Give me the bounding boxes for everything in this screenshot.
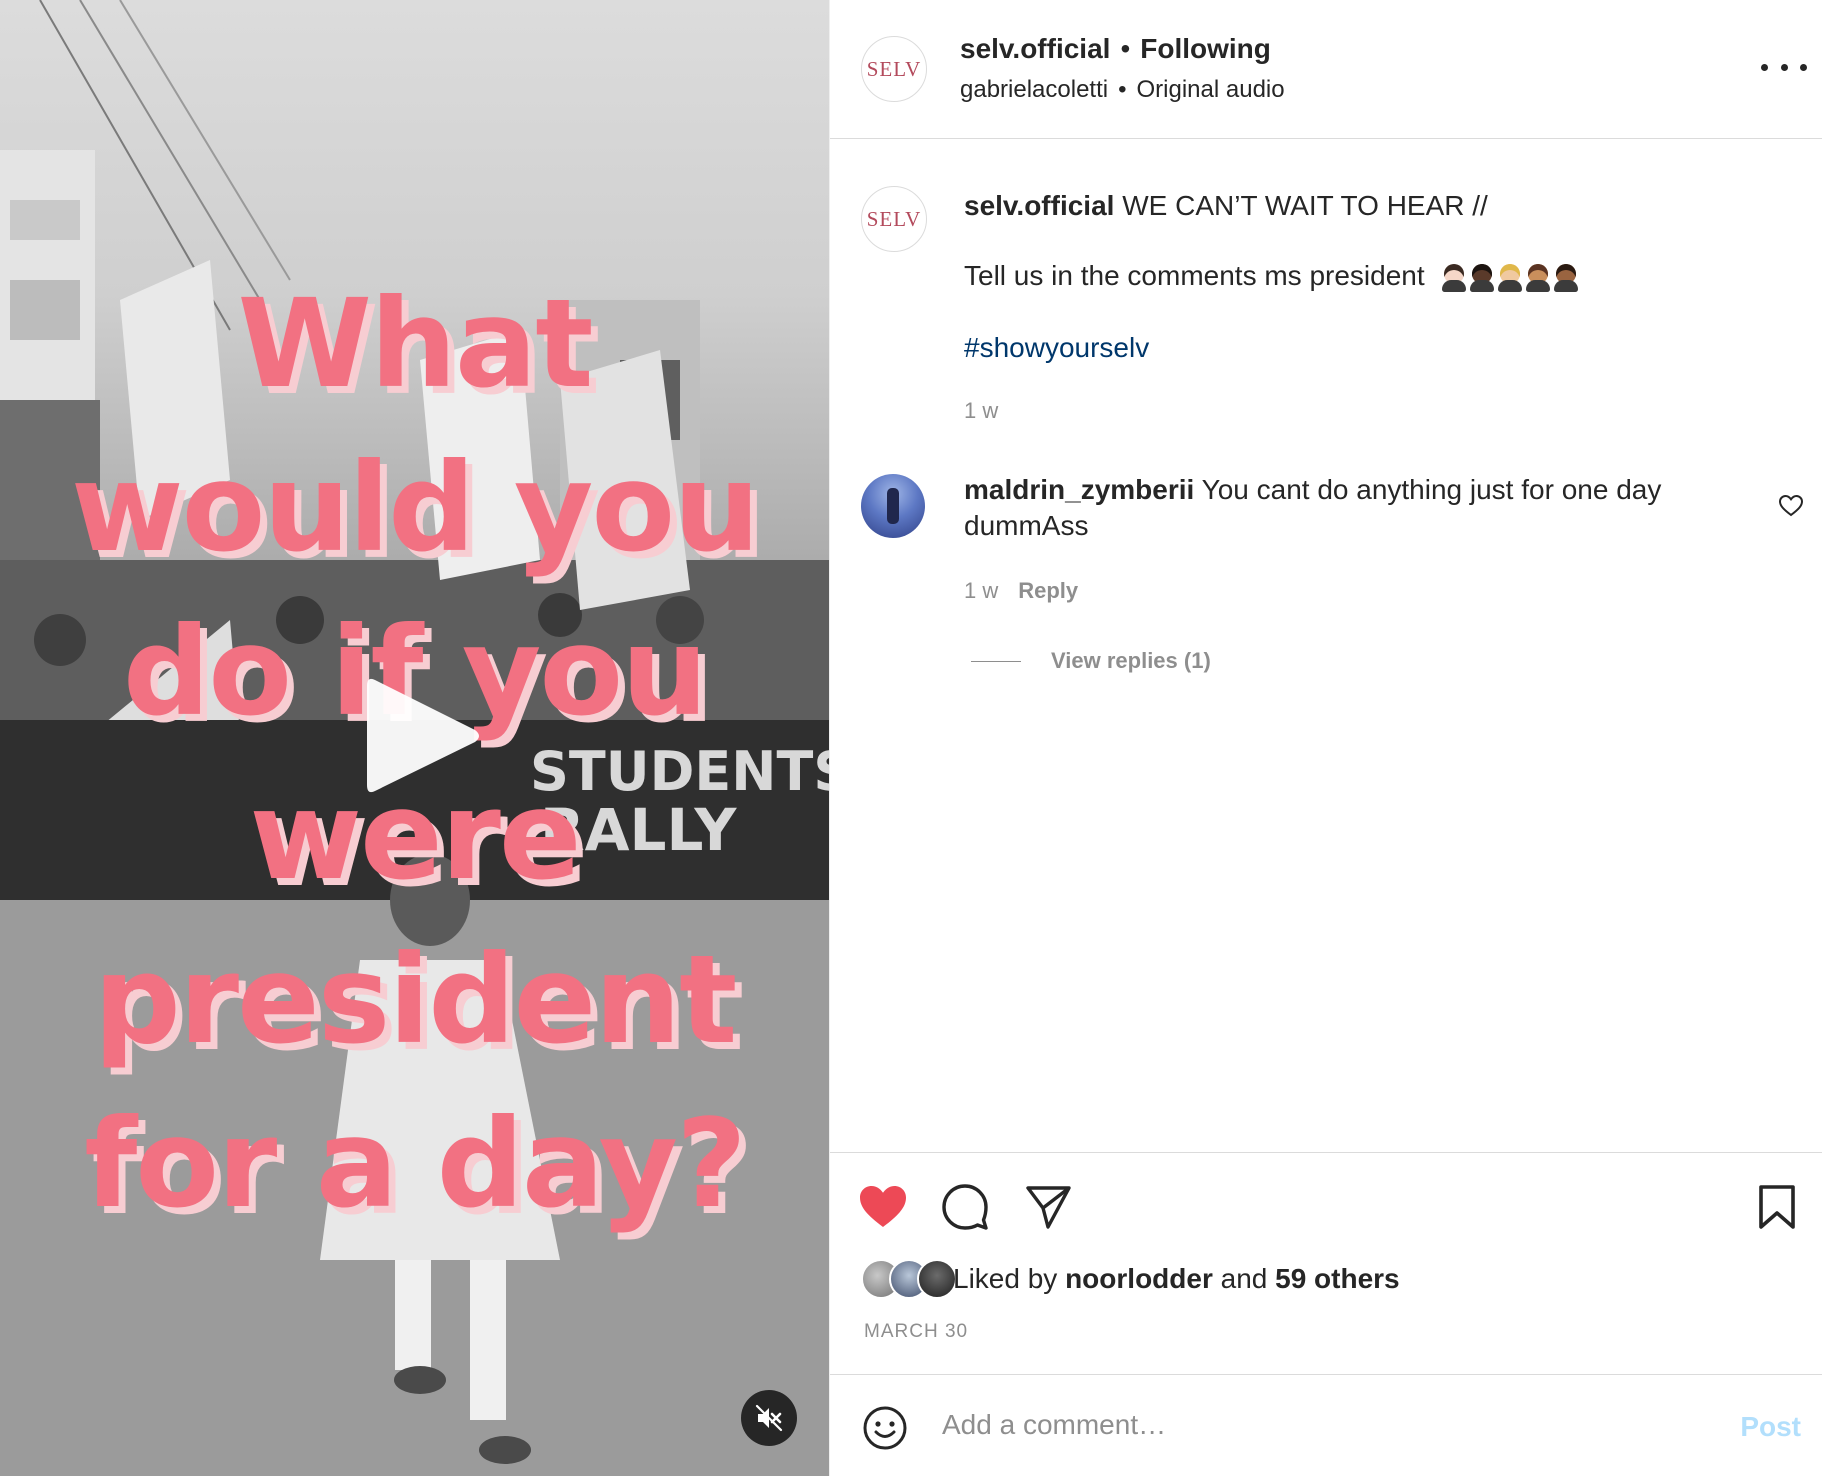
avatar[interactable]: SELV [861,186,927,252]
likes-summary: Liked by noorlodder and 59 others [861,1259,1400,1299]
following-button[interactable]: Following [1140,33,1271,64]
more-options-icon[interactable] [1761,52,1807,82]
author-username[interactable]: selv.official [960,33,1110,64]
avatar[interactable] [917,1259,957,1299]
post-header: SELV selv.official • Following gabrielacol… [830,0,1822,139]
woman-office-worker-dark-emoji-icon [1470,263,1495,292]
comment-bubble-icon[interactable] [941,1183,989,1231]
caption-line2-text: Tell us in the comments ms president [964,260,1425,291]
overlay-line: What [237,273,593,415]
smiley-icon[interactable] [862,1405,908,1451]
view-replies-button[interactable]: View replies (1) [971,648,1211,674]
post-details-panel: SELV selv.official • Following gabrielacol… [829,0,1822,1476]
woman-office-worker-medium-emoji-icon [1526,263,1551,292]
bookmark-icon[interactable] [1757,1183,1797,1231]
caption-username[interactable]: selv.official [964,190,1114,221]
post-button[interactable]: Post [1740,1411,1801,1443]
liker-avatars [861,1259,957,1299]
divider [971,660,1021,662]
overlay-line: would you [70,437,760,579]
play-icon[interactable] [357,668,487,803]
more-dot [1761,63,1768,71]
caption-timestamp[interactable]: 1 w [964,398,998,424]
woman-office-worker-medium-dark-emoji-icon [1554,263,1579,292]
caption-second-line: Tell us in the comments ms president [964,260,1579,292]
comment-body: maldrin_zymberii You cant do anything ju… [964,472,1704,544]
hashtag-link[interactable]: #showyourselv [964,332,1149,364]
caption-text: WE CAN’T WAIT TO HEAR // [1122,190,1488,221]
liked-by-others-link[interactable]: 59 others [1275,1263,1400,1295]
post-date[interactable]: MARCH 30 [864,1321,968,1343]
muted-speaker-icon [755,1404,783,1432]
overlay-line: president [93,929,738,1071]
more-dot [1780,63,1788,71]
caption-first-line: selv.official WE CAN’T WAIT TO HEAR // [964,188,1784,224]
separator: • [1118,76,1127,103]
mute-button[interactable] [741,1390,797,1446]
more-dot [1800,63,1807,71]
comment-timestamp[interactable]: 1 w [964,578,998,603]
comment-username[interactable]: maldrin_zymberii [964,474,1194,505]
liked-by-prefix: Liked by [953,1263,1058,1294]
header-author-line: selv.official • Following [960,33,1271,65]
liked-by-and: and [1220,1263,1268,1294]
emoji-group [1442,263,1579,292]
liked-by-user-link[interactable]: noorlodder [1065,1263,1213,1295]
separator: • [1120,33,1131,64]
header-audio-line: gabrielacoletti • Original audio [960,76,1285,104]
woman-office-worker-medium-light-emoji-icon [1498,263,1523,292]
heart-outline-icon[interactable] [1778,494,1804,518]
video-player[interactable]: STUDENTS RALLY What would you do if you … [0,0,829,1476]
heart-filled-icon[interactable] [857,1183,909,1231]
comment-input[interactable] [942,1403,1642,1447]
view-replies-label: View replies (1) [1051,648,1211,673]
add-comment-bar: Post [830,1374,1822,1476]
paper-plane-icon[interactable] [1024,1183,1072,1231]
audio-author-link[interactable]: gabrielacoletti [960,76,1108,103]
overlay-line: for a day? [84,1093,747,1235]
post-actions: Liked by noorlodder and 59 others MARCH … [830,1152,1822,1374]
woman-office-worker-light-emoji-icon [1442,263,1467,292]
comment-meta: 1 w Reply [964,578,1078,604]
audio-name-link[interactable]: Original audio [1137,76,1285,103]
avatar[interactable]: SELV [861,36,927,102]
reply-button[interactable]: Reply [1018,578,1078,603]
avatar[interactable] [861,474,925,538]
